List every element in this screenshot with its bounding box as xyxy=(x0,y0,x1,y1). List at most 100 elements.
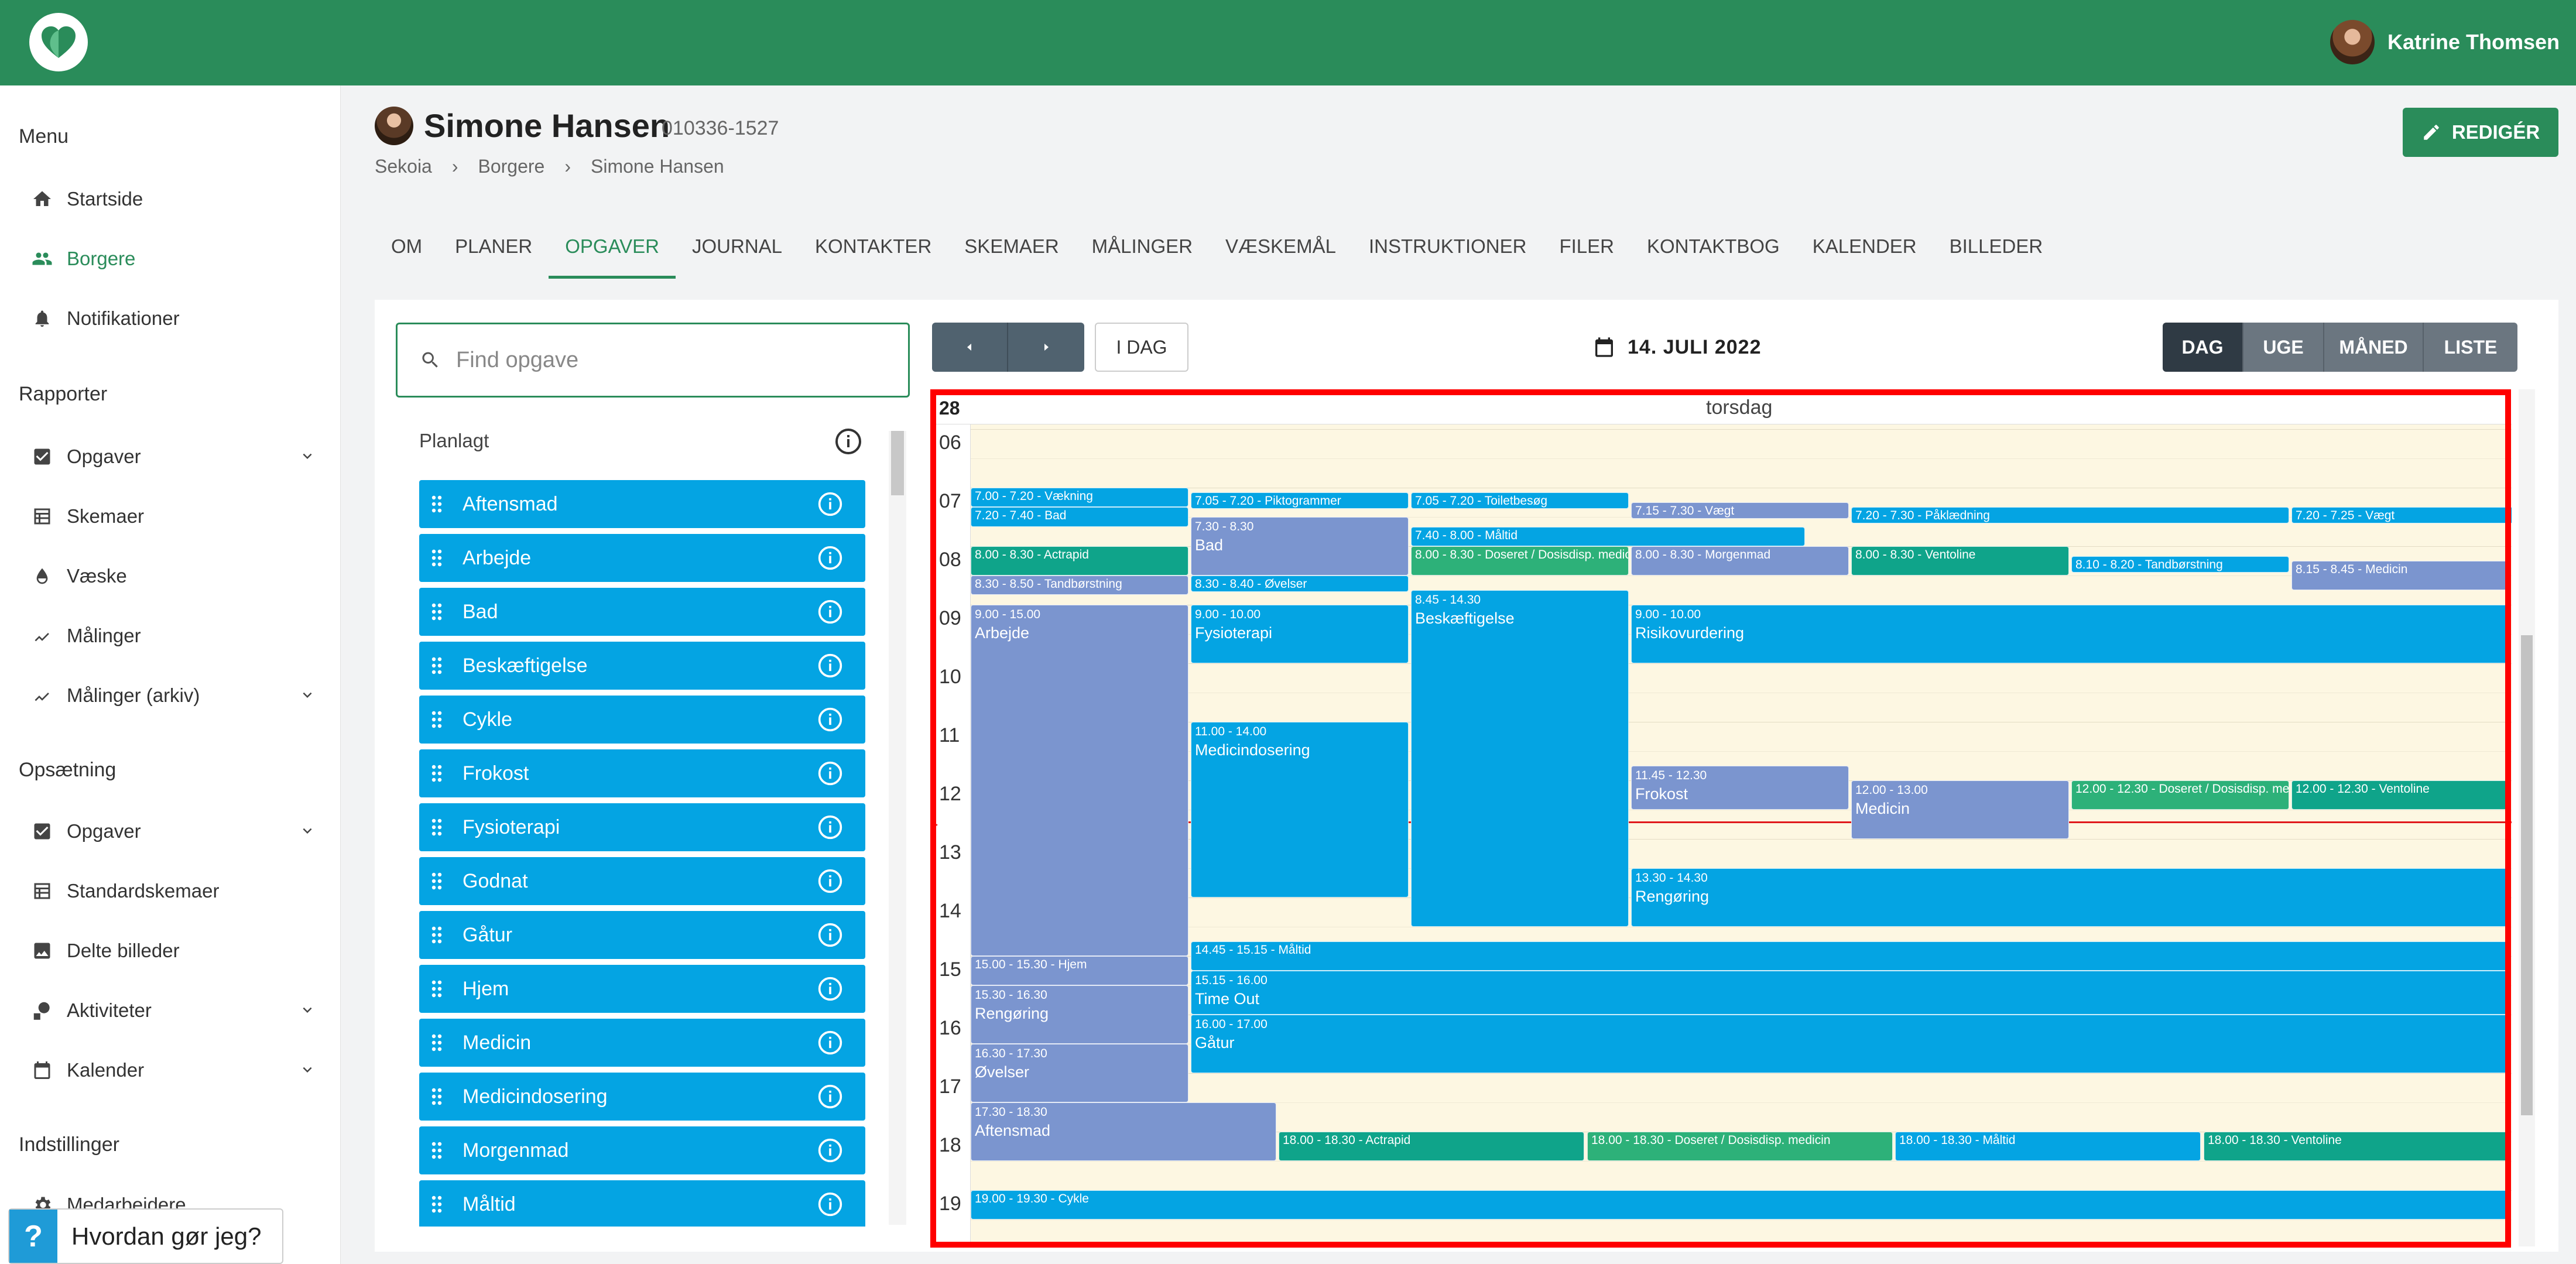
drag-handle-icon[interactable] xyxy=(419,495,454,513)
calendar-event[interactable]: 14.45 - 15.15 - Måltid xyxy=(1191,941,2509,971)
view-day-button[interactable]: DAG xyxy=(2163,323,2243,372)
tab-kontakter[interactable]: KONTAKTER xyxy=(799,232,948,279)
info-icon[interactable] xyxy=(817,491,843,517)
calendar-event[interactable]: 8.30 - 8.40 - Øvelser xyxy=(1191,576,1409,592)
sidebar-item-notifikationer[interactable]: Notifikationer xyxy=(29,295,316,342)
drag-handle-icon[interactable] xyxy=(419,872,454,890)
sidebar-item-startside[interactable]: Startside xyxy=(29,176,316,222)
calendar-event[interactable]: 16.00 - 17.00 Gåtur xyxy=(1191,1015,2509,1073)
calendar-event[interactable]: 11.00 - 14.00 Medicindosering xyxy=(1191,722,1409,898)
calendar-event[interactable]: 15.15 - 16.00 Time Out xyxy=(1191,971,2509,1015)
drag-handle-icon[interactable] xyxy=(419,1195,454,1214)
task-list-scrollbar[interactable] xyxy=(889,431,906,1225)
info-icon[interactable] xyxy=(817,599,843,625)
next-button[interactable] xyxy=(1008,323,1084,372)
calendar-event[interactable]: 18.00 - 18.30 - Actrapid xyxy=(1279,1132,1584,1161)
calendar-event[interactable]: 7.20 - 7.30 - Påklædning xyxy=(1851,507,2289,523)
tab-vaeskemaal[interactable]: VÆSKEMÅL xyxy=(1209,232,1352,279)
info-icon[interactable] xyxy=(817,1191,843,1217)
task-item[interactable]: Fysioterapi xyxy=(419,803,865,851)
info-icon[interactable] xyxy=(817,1030,843,1056)
drag-handle-icon[interactable] xyxy=(419,656,454,675)
calendar-event[interactable]: 7.20 - 7.40 - Bad xyxy=(971,507,1188,527)
tab-skemaer[interactable]: SKEMAER xyxy=(948,232,1075,279)
calendar-event[interactable]: 8.00 - 8.30 - Morgenmad xyxy=(1631,546,1849,576)
calendar-event[interactable]: 7.40 - 8.00 - Måltid xyxy=(1411,527,1805,546)
calendar-event[interactable]: 18.00 - 18.30 - Måltid xyxy=(1895,1132,2201,1161)
calendar-event[interactable]: 9.00 - 15.00 Arbejde xyxy=(971,605,1188,956)
task-item[interactable]: Gåtur xyxy=(419,911,865,959)
task-item[interactable]: Beskæftigelse xyxy=(419,642,865,690)
search-input[interactable]: Find opgave xyxy=(396,323,910,398)
calendar-event[interactable]: 11.45 - 12.30 Frokost xyxy=(1631,766,1849,810)
calendar-event[interactable]: 17.30 - 18.30 Aftensmad xyxy=(971,1102,1276,1161)
task-item[interactable]: Måltid xyxy=(419,1180,865,1227)
current-date[interactable]: 14. JULI 2022 xyxy=(1592,333,1761,362)
drag-handle-icon[interactable] xyxy=(419,1087,454,1106)
info-icon[interactable] xyxy=(817,707,843,732)
view-list-button[interactable]: LISTE xyxy=(2424,323,2517,372)
calendar-event[interactable]: 12.00 - 12.30 - Doseret / Dosisdisp. med… xyxy=(2071,780,2289,810)
sidebar-item-kalender[interactable]: Kalender xyxy=(29,1047,316,1094)
calendar-scrollbar[interactable] xyxy=(2519,389,2535,1246)
tab-maalinger[interactable]: MÅLINGER xyxy=(1075,232,1209,279)
task-item[interactable]: Arbejde xyxy=(419,534,865,582)
calendar-event[interactable]: 7.20 - 7.25 - Vægt xyxy=(2291,507,2512,523)
sidebar-item-vaeske[interactable]: Væske xyxy=(29,553,316,600)
info-icon[interactable] xyxy=(817,976,843,1002)
prev-button[interactable] xyxy=(932,323,1008,372)
calendar-event[interactable]: 8.30 - 8.50 - Tandbørstning xyxy=(971,576,1188,595)
user-menu[interactable]: Katrine Thomsen xyxy=(2330,20,2560,64)
info-icon[interactable] xyxy=(834,427,862,455)
tab-filer[interactable]: FILER xyxy=(1543,232,1630,279)
calendar-event[interactable]: 12.00 - 13.00 Medicin xyxy=(1851,780,2069,839)
breadcrumb-item[interactable]: Sekoia xyxy=(375,156,432,177)
calendar-event[interactable]: 18.00 - 18.30 - Ventoline xyxy=(2204,1132,2509,1161)
calendar-event[interactable]: 18.00 - 18.30 - Doseret / Dosisdisp. med… xyxy=(1587,1132,1893,1161)
task-item[interactable]: Bad xyxy=(419,588,865,636)
breadcrumb-item[interactable]: Borgere xyxy=(478,156,545,177)
calendar-event[interactable]: 7.30 - 8.30 Bad xyxy=(1191,517,1409,576)
calendar-event[interactable]: 7.05 - 7.20 - Piktogrammer xyxy=(1191,492,1409,509)
calendar-event[interactable]: 9.00 - 10.00 Fysioterapi xyxy=(1191,605,1409,663)
tab-opgaver[interactable]: OPGAVER xyxy=(549,232,676,279)
task-item[interactable]: Godnat xyxy=(419,857,865,905)
info-icon[interactable] xyxy=(817,868,843,894)
calendar-event[interactable]: 9.00 - 10.00 Risikovurdering xyxy=(1631,605,2509,663)
tab-kalender[interactable]: KALENDER xyxy=(1796,232,1933,279)
tab-billeder[interactable]: BILLEDER xyxy=(1933,232,2060,279)
calendar-event[interactable]: 8.10 - 8.20 - Tandbørstning xyxy=(2071,556,2289,573)
info-icon[interactable] xyxy=(817,545,843,571)
sidebar-item-skemaer[interactable]: Skemaer xyxy=(29,493,316,540)
info-icon[interactable] xyxy=(817,761,843,786)
drag-handle-icon[interactable] xyxy=(419,818,454,837)
calendar-event[interactable]: 19.00 - 19.30 - Cykle xyxy=(971,1190,2509,1220)
sidebar-item-standardskemaer[interactable]: Standardskemaer xyxy=(29,868,316,914)
calendar-event[interactable]: 16.30 - 17.30 Øvelser xyxy=(971,1044,1188,1102)
day-column[interactable]: 7.00 - 7.20 - Vækning 7.05 - 7.20 - Pikto… xyxy=(971,424,2512,1246)
sidebar-item-aktiviteter[interactable]: Aktiviteter xyxy=(29,987,316,1034)
sidebar-item-maalinger-arkiv[interactable]: Målinger (arkiv) xyxy=(29,672,316,719)
info-icon[interactable] xyxy=(817,922,843,948)
calendar-event[interactable]: 7.15 - 7.30 - Vægt xyxy=(1631,502,1849,519)
tab-instruktioner[interactable]: INSTRUKTIONER xyxy=(1352,232,1543,279)
tab-om[interactable]: OM xyxy=(375,232,439,279)
sidebar-item-delte-billeder[interactable]: Delte billeder xyxy=(29,927,316,974)
view-month-button[interactable]: MÅNED xyxy=(2324,323,2424,372)
drag-handle-icon[interactable] xyxy=(419,979,454,998)
drag-handle-icon[interactable] xyxy=(419,764,454,783)
task-item[interactable]: Aftensmad xyxy=(419,480,865,528)
drag-handle-icon[interactable] xyxy=(419,1141,454,1160)
drag-handle-icon[interactable] xyxy=(419,549,454,567)
app-logo[interactable] xyxy=(29,13,88,71)
drag-handle-icon[interactable] xyxy=(419,710,454,729)
task-item[interactable]: Frokost xyxy=(419,749,865,797)
info-icon[interactable] xyxy=(817,1084,843,1109)
calendar-event[interactable]: 8.15 - 8.45 - Medicin xyxy=(2291,561,2509,590)
sidebar-item-maalinger[interactable]: Målinger xyxy=(29,612,316,659)
calendar-event[interactable]: 8.00 - 8.30 - Actrapid xyxy=(971,546,1188,576)
calendar-event[interactable]: 8.00 - 8.30 - Ventoline xyxy=(1851,546,2069,576)
drag-handle-icon[interactable] xyxy=(419,602,454,621)
sidebar-item-rapporter-opgaver[interactable]: Opgaver xyxy=(29,433,316,480)
calendar-event[interactable]: 15.30 - 16.30 Rengøring xyxy=(971,985,1188,1044)
